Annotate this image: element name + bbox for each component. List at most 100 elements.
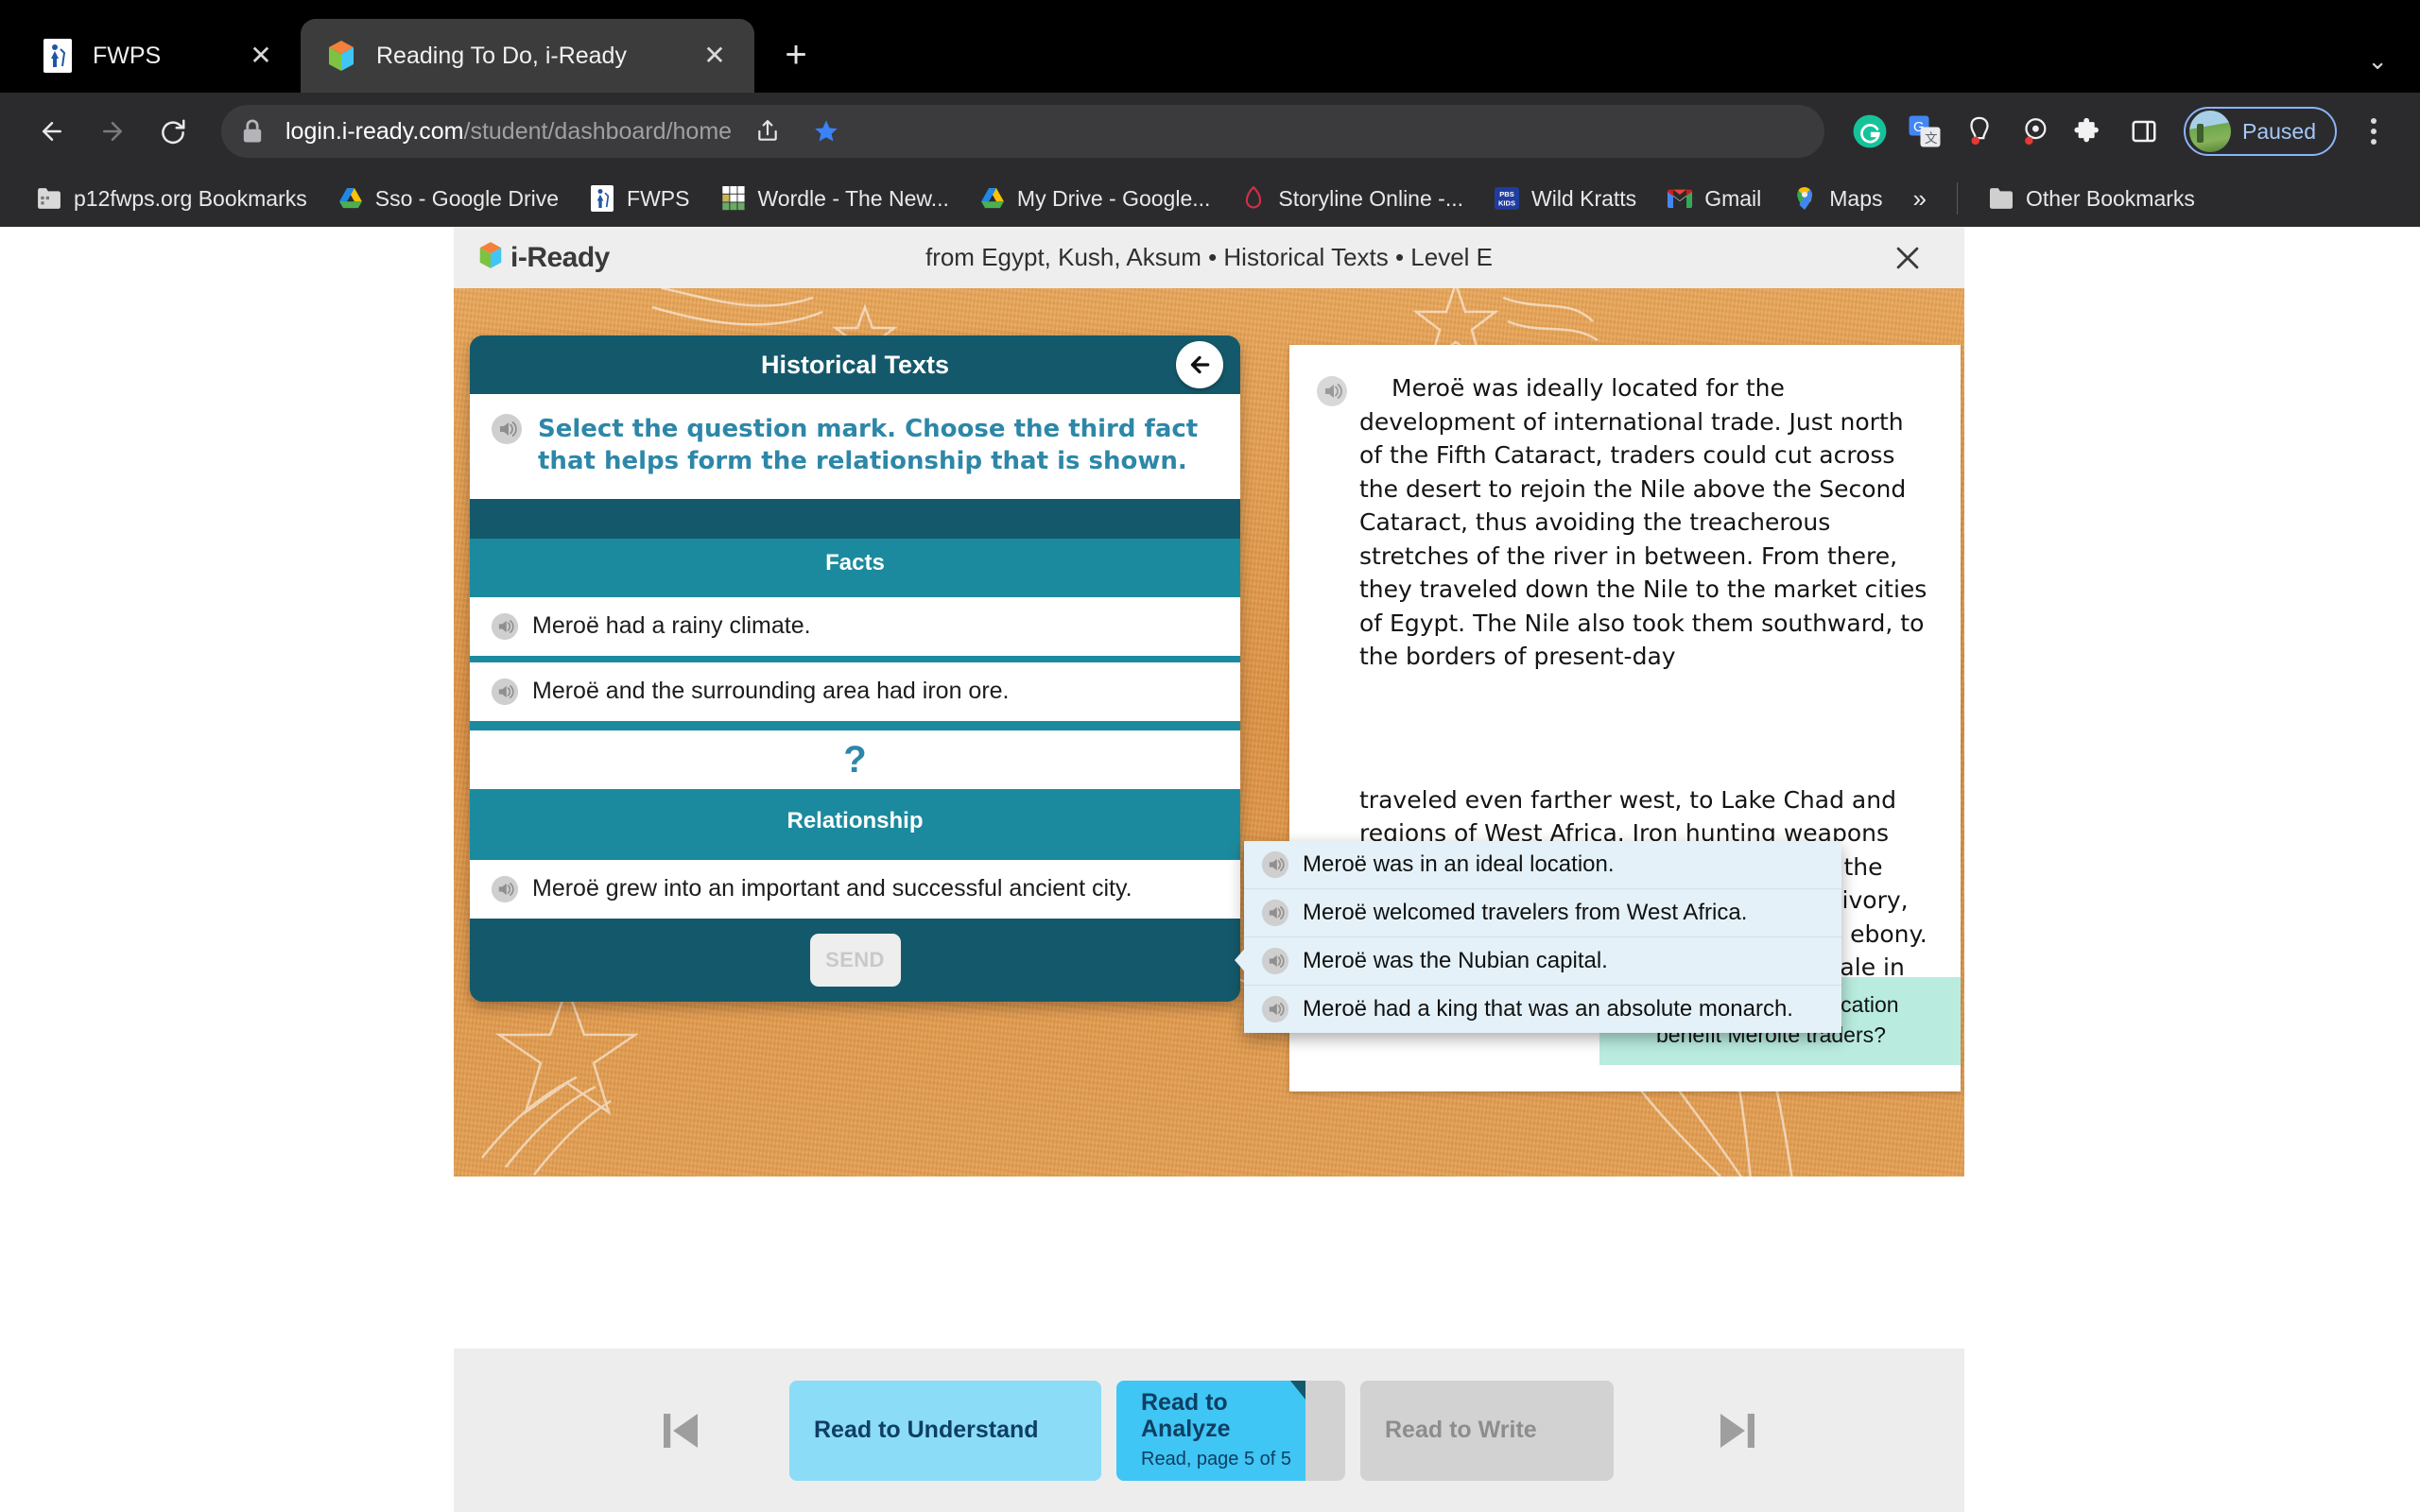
bookmark-star-icon[interactable] bbox=[802, 107, 851, 156]
tab-strip: FWPS ✕ Reading To Do, i-Ready ✕ + ⌄ bbox=[0, 0, 2420, 93]
skip-previous-icon[interactable] bbox=[640, 1405, 721, 1456]
skip-next-icon[interactable] bbox=[1697, 1405, 1778, 1456]
speaker-icon[interactable] bbox=[1261, 850, 1289, 879]
chevron-down-icon[interactable]: ⌄ bbox=[2367, 46, 2388, 76]
stage-label: Read to Understand bbox=[814, 1416, 1039, 1443]
speaker-icon[interactable] bbox=[491, 413, 523, 445]
choice-text: Meroë welcomed travelers from West Afric… bbox=[1303, 900, 1748, 925]
grammarly-icon[interactable] bbox=[1845, 107, 1894, 156]
extension-target-icon[interactable] bbox=[2010, 107, 2059, 156]
page-title: from Egypt, Kush, Aksum • Historical Tex… bbox=[925, 243, 1494, 271]
bookmark-fwps[interactable]: FWPS bbox=[576, 180, 702, 217]
close-icon[interactable]: ✕ bbox=[696, 37, 734, 75]
question-mark-slot[interactable]: ? bbox=[470, 730, 1240, 789]
row-divider bbox=[470, 655, 1240, 662]
current-position-marker-icon bbox=[1290, 1380, 1305, 1400]
passage-paragraph-top: Meroë was ideally located for the develo… bbox=[1359, 374, 1927, 670]
close-icon[interactable]: ✕ bbox=[242, 37, 280, 75]
bookmark-wild-kratts[interactable]: PBS KIDS Wild Kratts bbox=[1480, 180, 1650, 217]
stage-label: Read to Write bbox=[1385, 1416, 1537, 1443]
other-bookmarks-label: Other Bookmarks bbox=[2025, 185, 2195, 211]
kebab-menu-icon[interactable] bbox=[2352, 118, 2395, 145]
fwps-logo-icon bbox=[589, 185, 615, 212]
section-divider bbox=[470, 852, 1240, 860]
close-icon[interactable] bbox=[1885, 235, 1930, 281]
new-tab-button[interactable]: + bbox=[769, 28, 822, 81]
back-arrow-icon[interactable] bbox=[1176, 341, 1223, 388]
section-divider bbox=[470, 587, 1240, 597]
bookmark-label: Wild Kratts bbox=[1531, 185, 1637, 211]
speaker-icon[interactable] bbox=[491, 678, 519, 706]
page-content: i-Ready from Egypt, Kush, Aksum • Histor… bbox=[0, 227, 2420, 1512]
choice-item[interactable]: Meroë was the Nubian capital. bbox=[1244, 937, 1841, 986]
activity-card-header: Historical Texts bbox=[470, 335, 1240, 394]
relationship-text: Meroë grew into an important and success… bbox=[532, 875, 1132, 902]
back-button[interactable] bbox=[25, 104, 79, 159]
share-icon[interactable] bbox=[743, 107, 792, 156]
svg-text:KIDS: KIDS bbox=[1498, 199, 1515, 208]
choice-item[interactable]: Meroë was in an ideal location. bbox=[1244, 841, 1841, 889]
other-bookmarks-button[interactable]: Other Bookmarks bbox=[1975, 180, 2208, 217]
profile-button[interactable]: Paused bbox=[2183, 107, 2337, 156]
speaker-icon[interactable] bbox=[491, 612, 519, 641]
browser-toolbar: login.i-ready.com/student/dashboard/home… bbox=[0, 93, 2420, 170]
bookmark-wordle[interactable]: Wordle - The New... bbox=[707, 180, 962, 217]
browser-tab-iready[interactable]: Reading To Do, i-Ready ✕ bbox=[301, 19, 754, 93]
choice-item[interactable]: Meroë had a king that was an absolute mo… bbox=[1244, 986, 1841, 1033]
speaker-icon[interactable] bbox=[1261, 995, 1289, 1023]
browser-tab-fwps[interactable]: FWPS ✕ bbox=[17, 19, 301, 93]
bookmarks-overflow-button[interactable]: » bbox=[1900, 180, 1940, 217]
speaker-icon[interactable] bbox=[1316, 375, 1348, 407]
lock-icon bbox=[242, 119, 268, 144]
send-button[interactable]: SEND bbox=[809, 933, 901, 987]
folder-bookmarks-icon bbox=[36, 185, 62, 212]
reload-button[interactable] bbox=[146, 104, 200, 159]
choice-text: Meroë was the Nubian capital. bbox=[1303, 948, 1608, 973]
url-host: login.i-ready.com bbox=[285, 117, 464, 145]
bookmark-label: Wordle - The New... bbox=[757, 185, 949, 211]
stage-read-to-analyze-wrap: Read to Analyze Read, page 5 of 5 bbox=[1116, 1380, 1345, 1481]
activity-card-title: Historical Texts bbox=[760, 350, 950, 379]
side-panel-icon[interactable] bbox=[2119, 107, 2169, 156]
bookmark-p12fwps[interactable]: p12fwps.org Bookmarks bbox=[23, 180, 320, 217]
stage-sublabel: Read, page 5 of 5 bbox=[1141, 1449, 1292, 1469]
speaker-icon[interactable] bbox=[1261, 947, 1289, 975]
extension-red-icon[interactable] bbox=[1955, 107, 2004, 156]
stage-read-to-analyze[interactable]: Read to Analyze Read, page 5 of 5 bbox=[1116, 1380, 1305, 1481]
bookmark-gmail[interactable]: Gmail bbox=[1653, 180, 1774, 217]
speaker-icon[interactable] bbox=[491, 875, 519, 903]
wordle-grid-icon bbox=[720, 185, 747, 212]
stage-read-to-write[interactable]: Read to Write bbox=[1360, 1380, 1614, 1481]
fact-item[interactable]: Meroë had a rainy climate. bbox=[470, 596, 1240, 656]
puzzle-extensions-icon[interactable] bbox=[2065, 107, 2114, 156]
iready-book-icon bbox=[478, 241, 503, 274]
choice-item[interactable]: Meroë welcomed travelers from West Afric… bbox=[1244, 889, 1841, 937]
bookmark-label: My Drive - Google... bbox=[1016, 185, 1211, 211]
app-header: i-Ready from Egypt, Kush, Aksum • Histor… bbox=[454, 227, 1964, 288]
bookmarks-bar: p12fwps.org Bookmarks Sso - Google Drive… bbox=[0, 170, 2420, 227]
send-band: SEND bbox=[470, 918, 1240, 1002]
bookmark-label: FWPS bbox=[627, 185, 690, 211]
tab-title: FWPS bbox=[93, 42, 162, 69]
bookmark-my-drive[interactable]: My Drive - Google... bbox=[966, 180, 1224, 217]
activity-card: Historical Texts Select the question mar… bbox=[470, 335, 1240, 1002]
bookmarks-divider bbox=[1956, 182, 1958, 215]
cork-board-background: Historical Texts Select the question mar… bbox=[454, 288, 1964, 1177]
stage-read-to-understand[interactable]: Read to Understand bbox=[789, 1380, 1101, 1481]
forward-button[interactable] bbox=[85, 104, 140, 159]
speaker-icon[interactable] bbox=[1261, 899, 1289, 927]
activity-bottom-nav: Read to Understand Read to Analyze Read,… bbox=[454, 1349, 1964, 1512]
fact-item[interactable]: Meroë and the surrounding area had iron … bbox=[470, 662, 1240, 721]
bookmark-storyline-online[interactable]: Storyline Online -... bbox=[1227, 180, 1477, 217]
relationship-heading: Relationship bbox=[470, 788, 1240, 853]
activity-prompt: Select the question mark. Choose the thi… bbox=[470, 394, 1240, 499]
bookmark-sso-google-drive[interactable]: Sso - Google Drive bbox=[324, 180, 572, 217]
storyline-icon bbox=[1240, 185, 1267, 212]
bookmark-maps[interactable]: Maps bbox=[1778, 180, 1895, 217]
omnibox-actions bbox=[743, 107, 851, 156]
google-maps-icon bbox=[1791, 185, 1818, 212]
address-bar[interactable]: login.i-ready.com/student/dashboard/home bbox=[221, 105, 1824, 158]
relationship-item[interactable]: Meroë grew into an important and success… bbox=[470, 859, 1240, 919]
google-translate-icon[interactable]: G文 bbox=[1900, 107, 1949, 156]
facts-heading: Facts bbox=[470, 538, 1240, 588]
